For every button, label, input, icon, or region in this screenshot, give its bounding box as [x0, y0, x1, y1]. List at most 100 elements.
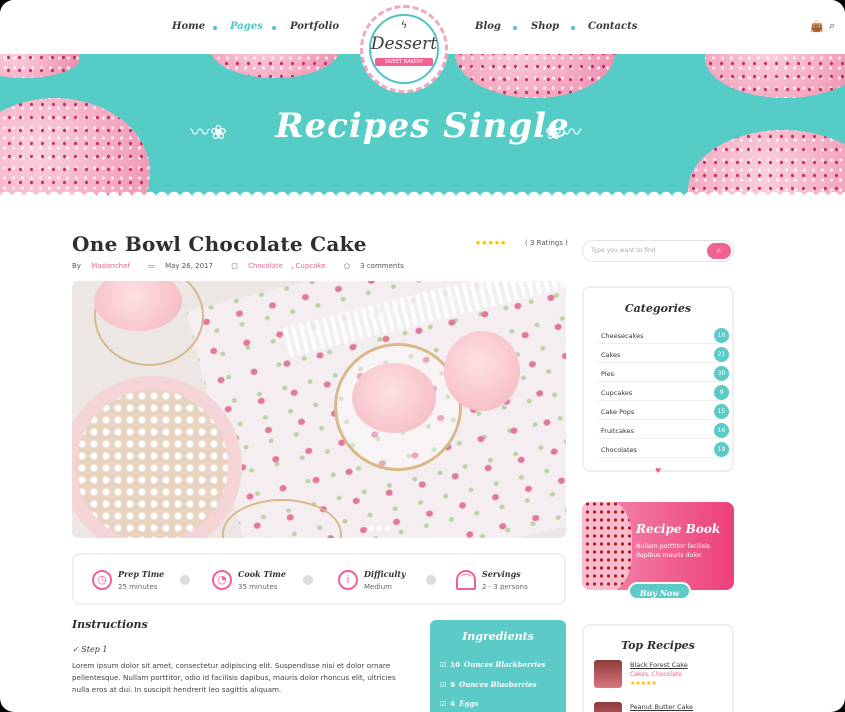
recipe-photo: ● ● ●	[72, 281, 566, 538]
recipe-thumbnail	[594, 660, 622, 688]
nav-blog[interactable]: Blog	[475, 21, 501, 32]
search-icon[interactable]: ⌕	[829, 19, 835, 33]
nav-pages[interactable]: Pages	[230, 21, 263, 32]
category-link[interactable]: Chocolate	[248, 262, 283, 270]
heart-icon: ♥	[655, 467, 662, 475]
nav-contacts[interactable]: Contacts	[588, 21, 637, 32]
category-link[interactable]: Cupcake	[296, 262, 326, 270]
cake-image	[582, 502, 632, 590]
top-recipe-item[interactable]: Peanut Butter Cake	[594, 702, 724, 712]
ingredient-name: Blueberries	[490, 680, 537, 689]
nav-shop[interactable]: Shop	[531, 21, 559, 32]
search-button[interactable]: ⌕	[707, 243, 731, 259]
category-count: 21	[714, 347, 729, 362]
category-item[interactable]: Chocolates 19	[597, 442, 729, 458]
category-count: 30	[714, 366, 729, 381]
separator-dot	[180, 575, 190, 585]
whisk-icon: ϟ	[400, 20, 408, 31]
category-name: Cakes	[601, 351, 621, 359]
category-name: Fruitcakes	[601, 427, 634, 435]
category-item[interactable]: Pies 30	[597, 366, 729, 382]
recipe-book-banner[interactable]: Recipe Book Nullam porttitor facilisis d…	[582, 502, 734, 590]
logo[interactable]: ϟ Dessert SWEET BAKERY	[360, 5, 448, 93]
macaron	[444, 331, 520, 411]
meta-by: By	[72, 262, 81, 270]
ingredient-unit: Ounces	[459, 680, 489, 689]
author-link[interactable]: Masterchef	[91, 262, 130, 270]
category-name: Cupcakes	[601, 389, 633, 397]
logo-brand: Dessert	[370, 34, 438, 54]
buy-now-button[interactable]: Buy Now	[628, 582, 691, 600]
category-item[interactable]: Fruitcakes 16	[597, 423, 729, 439]
ingredient-qty: 10	[450, 661, 461, 669]
category-count: 10	[714, 328, 729, 343]
ingredient-item[interactable]: ☑ 6 Ounces Blueberries	[440, 680, 536, 689]
category-count: 16	[714, 423, 729, 438]
info-label: Prep Time	[118, 569, 165, 579]
category-name: Pies	[601, 370, 614, 378]
info-value: 2 - 3 persons	[482, 583, 528, 591]
info-label: Servings	[482, 569, 521, 579]
recipe-categories[interactable]: Cakes, Chocolate	[630, 671, 682, 678]
info-value: Medium	[364, 583, 392, 591]
nav-portfolio[interactable]: Portfolio	[290, 21, 339, 32]
comments-link[interactable]: 3 comments	[360, 262, 404, 270]
search-placeholder: Type you want to find	[591, 247, 656, 254]
clock-icon: ◷	[92, 570, 112, 590]
donut-image	[455, 48, 615, 98]
category-item[interactable]: Cake Pops 15	[597, 404, 729, 420]
instructions-text: Lorem ipsum dolor sit amet, consectetur …	[72, 661, 396, 694]
nav-dot	[513, 26, 517, 30]
top-recipes-widget: Top Recipes Black Forest Cake Cakes, Cho…	[582, 624, 734, 712]
rating-count: ( 3 Ratings )	[525, 239, 568, 247]
category-item[interactable]: Cupcakes 9	[597, 385, 729, 401]
info-label: Cook Time	[238, 569, 286, 579]
folder-icon: ▢	[231, 262, 238, 270]
recipe-stars: ★★★★★	[630, 680, 657, 687]
marshmallows	[76, 390, 228, 538]
ingredient-qty: 6	[450, 681, 456, 689]
hero-title: Recipes Single	[275, 106, 570, 146]
book-text: Nullam porttitor facilisis dapibus mauri…	[636, 543, 711, 559]
top-recipe-item[interactable]: Black Forest Cake Cakes, Chocolate ★★★★★	[594, 660, 724, 694]
nav-dot	[213, 26, 217, 30]
recipe-name[interactable]: Peanut Butter Cake	[630, 703, 693, 711]
category-name: Chocolates	[601, 446, 637, 454]
nav-home[interactable]: Home	[172, 21, 205, 32]
categories-heading: Categories	[624, 302, 692, 315]
logo-tagline: SWEET BAKERY	[375, 58, 433, 66]
page: 〰❀ Recipes Single ❀〰 Home Pages Portfoli…	[0, 0, 845, 712]
info-icon: i	[338, 570, 358, 590]
category-count: 19	[714, 442, 729, 457]
instructions-heading: Instructions	[72, 618, 148, 631]
recipe-name[interactable]: Black Forest Cake	[630, 661, 688, 669]
post-meta: By Masterchef ▭ May 26, 2017 ▢ Chocolate…	[72, 262, 404, 270]
cart-icon[interactable]: 👜	[810, 20, 824, 33]
slider-dots[interactable]: ● ● ●	[368, 524, 391, 532]
category-count: 15	[714, 404, 729, 419]
scallop-divider	[0, 188, 845, 198]
category-count: 9	[714, 385, 729, 400]
category-name: Cake Pops	[601, 408, 635, 416]
macaron	[352, 363, 436, 433]
nav-dot	[571, 26, 575, 30]
post-date: May 26, 2017	[165, 262, 213, 270]
search-field[interactable]: Type you want to find ⌕	[582, 240, 734, 262]
donut-image	[705, 48, 845, 98]
category-item[interactable]: Cakes 21	[597, 347, 729, 363]
comment-icon: ○	[343, 262, 350, 270]
step-label: ✓ Step 1	[72, 645, 108, 654]
book-title: Recipe Book	[636, 522, 721, 536]
recipe-info-bar: ◷ Prep Time 25 minutes ◔ Cook Time 35 mi…	[72, 553, 566, 605]
ingredient-name: Blackberries	[495, 660, 546, 669]
category-item[interactable]: Cheesecakes 10	[597, 328, 729, 344]
nav-dot	[272, 26, 276, 30]
ingredient-item[interactable]: ☑ 4 Eggs	[440, 699, 478, 708]
rating-stars[interactable]: ★★★★★	[475, 239, 506, 247]
calendar-icon: ▭	[148, 262, 155, 270]
ingredient-item[interactable]: ☑ 10 Ounces Blackberries	[440, 660, 545, 669]
top-recipes-heading: Top Recipes	[621, 639, 695, 652]
info-value: 35 minutes	[238, 583, 278, 591]
category-name: Cheesecakes	[601, 332, 644, 340]
categories-widget: Categories Cheesecakes 10 Cakes 21 Pies 30 …	[582, 286, 734, 472]
